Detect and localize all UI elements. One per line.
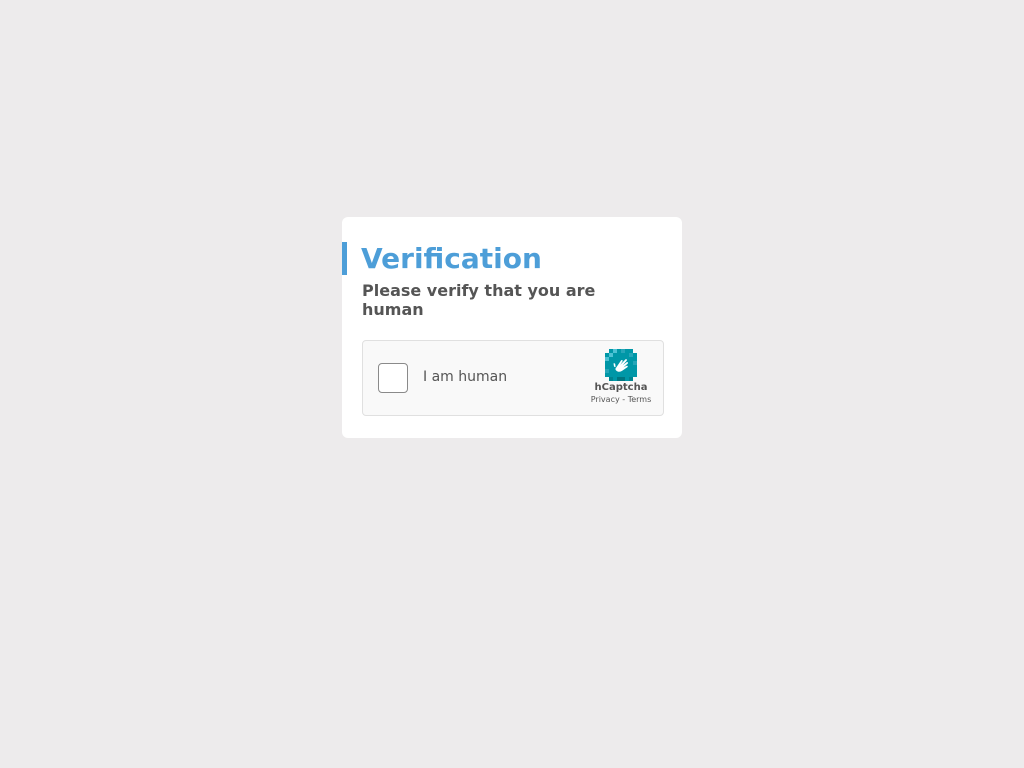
privacy-link[interactable]: Privacy: [591, 395, 620, 404]
title-accent-bar: [342, 242, 347, 275]
terms-link[interactable]: Terms: [628, 395, 652, 404]
link-separator: -: [619, 395, 628, 404]
hcaptcha-brand-name: hCaptcha: [594, 382, 648, 393]
page-subtitle: Please verify that you are human: [362, 281, 596, 319]
title-row: Verification: [342, 242, 542, 275]
checkbox-label: I am human: [423, 369, 508, 385]
page-title: Verification: [361, 242, 542, 275]
hcaptcha-widget: I am human hCaptcha Privacy - Terms: [362, 340, 664, 416]
hcaptcha-hand-icon: [605, 349, 637, 381]
hcaptcha-links: Privacy - Terms: [589, 395, 653, 405]
verification-card: Verification Please verify that you are …: [342, 217, 682, 438]
human-checkbox[interactable]: [378, 363, 408, 393]
hcaptcha-branding: hCaptcha Privacy - Terms: [589, 349, 653, 405]
